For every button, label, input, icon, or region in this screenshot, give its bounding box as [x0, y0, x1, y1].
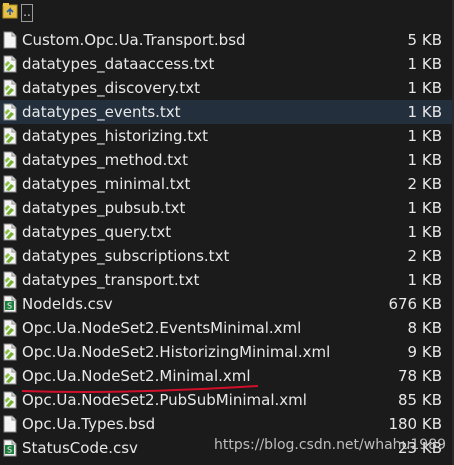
text-file-icon: [2, 55, 18, 73]
file-size: 1 KB: [407, 271, 442, 289]
file-size: 8 KB: [407, 319, 442, 337]
text-file-icon: [2, 199, 18, 217]
file-row[interactable]: datatypes_events.txt 1 KB: [0, 100, 454, 124]
file-row[interactable]: datatypes_method.txt 1 KB: [0, 148, 454, 172]
file-size: 1 KB: [407, 55, 442, 73]
watermark-text: https://blog.csdn.net/whahu1989: [214, 437, 447, 453]
file-name: datatypes_events.txt: [22, 103, 181, 121]
text-file-icon: [2, 175, 18, 193]
file-row[interactable]: datatypes_pubsub.txt 1 KB: [0, 196, 454, 220]
file-size: 2 KB: [407, 175, 442, 193]
csv-file-icon: S: [2, 439, 18, 457]
svg-text:S: S: [7, 446, 12, 455]
parent-directory-row[interactable]: ..: [0, 0, 454, 24]
file-row[interactable]: datatypes_discovery.txt 1 KB: [0, 76, 454, 100]
file-row[interactable]: Opc.Ua.Types.bsd 180 KB: [0, 412, 454, 436]
file-name: datatypes_minimal.txt: [22, 175, 191, 193]
file-name: NodeIds.csv: [22, 295, 113, 313]
file-name: datatypes_transport.txt: [22, 271, 200, 289]
file-size: 5 KB: [407, 31, 442, 49]
file-name: Opc.Ua.NodeSet2.EventsMinimal.xml: [22, 319, 302, 337]
file-name: datatypes_method.txt: [22, 151, 188, 169]
file-row[interactable]: Opc.Ua.NodeSet2.EventsMinimal.xml 8 KB: [0, 316, 454, 340]
file-name: Opc.Ua.NodeSet2.HistorizingMinimal.xml: [22, 343, 331, 361]
file-row[interactable]: datatypes_dataaccess.txt 1 KB: [0, 52, 454, 76]
text-file-icon: [2, 103, 18, 121]
text-file-icon: [2, 319, 18, 337]
file-row[interactable]: Opc.Ua.NodeSet2.HistorizingMinimal.xml 9 …: [0, 340, 454, 364]
file-row[interactable]: datatypes_historizing.txt 1 KB: [0, 124, 454, 148]
file-size: 1 KB: [407, 223, 442, 241]
file-size: 2 KB: [407, 247, 442, 265]
file-row[interactable]: datatypes_transport.txt 1 KB: [0, 268, 454, 292]
file-name: StatusCode.csv: [22, 439, 138, 457]
file-size: 85 KB: [398, 391, 442, 409]
file-row[interactable]: datatypes_query.txt 1 KB: [0, 220, 454, 244]
folder-up-icon: [2, 2, 18, 20]
file-name: datatypes_pubsub.txt: [22, 199, 186, 217]
file-size: 1 KB: [407, 199, 442, 217]
text-file-icon: [2, 367, 18, 385]
file-size: 1 KB: [407, 127, 442, 145]
csv-file-icon: S: [2, 295, 18, 313]
svg-text:S: S: [7, 302, 12, 311]
file-size: 180 KB: [388, 415, 442, 433]
file-size: 1 KB: [407, 79, 442, 97]
file-size: 1 KB: [407, 151, 442, 169]
file-size: 78 KB: [398, 367, 442, 385]
file-row[interactable]: datatypes_minimal.txt 2 KB: [0, 172, 454, 196]
file-name: datatypes_subscriptions.txt: [22, 247, 230, 265]
text-file-icon: [2, 391, 18, 409]
file-row[interactable]: Custom.Opc.Ua.Transport.bsd 5 KB: [0, 28, 454, 52]
file-row[interactable]: S NodeIds.csv 676 KB: [0, 292, 454, 316]
text-file-icon: [2, 223, 18, 241]
file-name: Opc.Ua.Types.bsd: [22, 415, 156, 433]
file-icon: [2, 415, 18, 433]
file-name: datatypes_query.txt: [22, 223, 172, 241]
text-file-icon: [2, 151, 18, 169]
text-file-icon: [2, 79, 18, 97]
red-underline-annotation: [21, 385, 259, 393]
text-file-icon: [2, 343, 18, 361]
file-row[interactable]: datatypes_subscriptions.txt 2 KB: [0, 244, 454, 268]
text-file-icon: [2, 247, 18, 265]
file-size: 1 KB: [407, 103, 442, 121]
text-file-icon: [2, 127, 18, 145]
file-name: datatypes_discovery.txt: [22, 79, 200, 97]
file-name: Custom.Opc.Ua.Transport.bsd: [22, 31, 246, 49]
file-name: datatypes_historizing.txt: [22, 127, 208, 145]
file-icon: [2, 31, 18, 49]
file-name: datatypes_dataaccess.txt: [22, 55, 215, 73]
file-size: 676 KB: [388, 295, 442, 313]
parent-directory-label: ..: [21, 4, 33, 22]
text-file-icon: [2, 271, 18, 289]
file-size: 9 KB: [407, 343, 442, 361]
